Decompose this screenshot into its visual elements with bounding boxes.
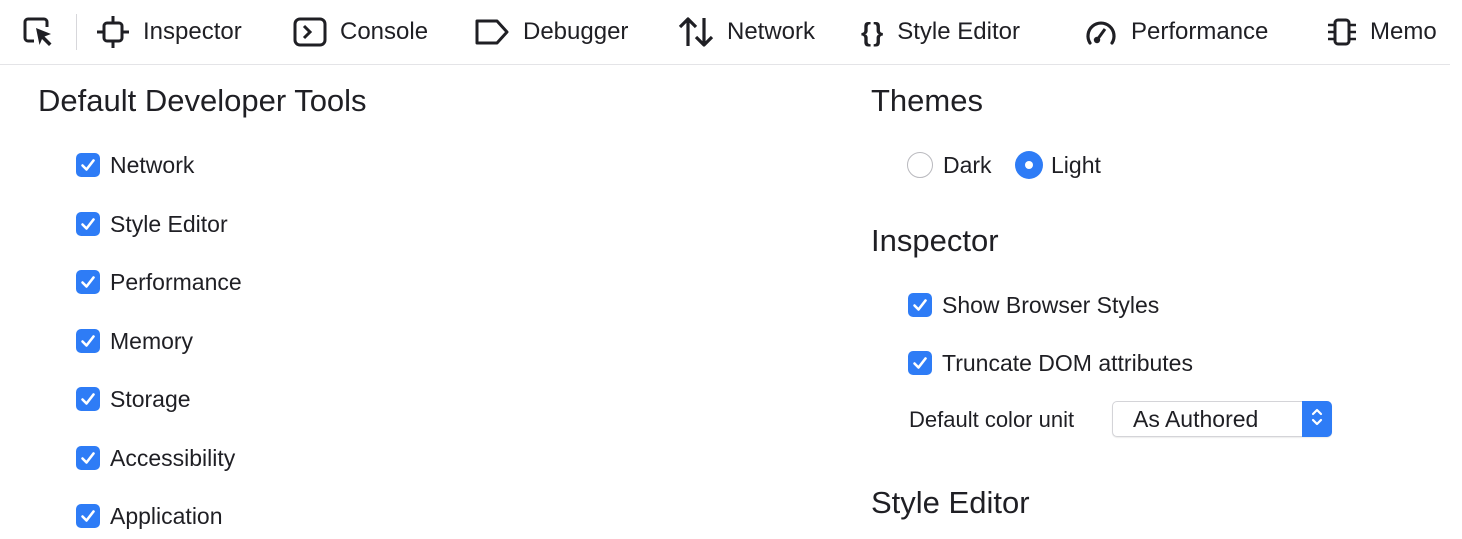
checkbox-label: Application (110, 502, 223, 529)
tab-label: Debugger (523, 18, 629, 45)
checkbox-label: Storage (110, 385, 191, 412)
theme-light-option[interactable]: Light (1015, 149, 1101, 181)
tab-console[interactable]: Console (292, 0, 428, 64)
checkbox[interactable] (76, 446, 100, 470)
theme-dark-option[interactable]: Dark (907, 149, 992, 181)
checkbox[interactable] (908, 293, 932, 317)
default-tool-network[interactable]: Network (76, 149, 194, 181)
tab-label: Style Editor (897, 18, 1020, 45)
checkbox[interactable] (76, 387, 100, 411)
select-stepper[interactable] (1302, 401, 1332, 437)
default-tool-memory[interactable]: Memory (76, 325, 193, 357)
tab-network[interactable]: Network (677, 0, 815, 64)
tab-label: Memo (1370, 18, 1437, 45)
default-tool-accessibility[interactable]: Accessibility (76, 442, 235, 474)
chevron-up-down-icon (1310, 405, 1324, 434)
console-icon (292, 14, 328, 50)
default-color-unit-label: Default color unit (909, 407, 1075, 432)
checkbox-label: Network (110, 151, 195, 178)
tab-memory[interactable]: Memo (1324, 0, 1437, 64)
checkbox-label: Truncate DOM attributes (942, 349, 1193, 376)
tab-style-editor[interactable]: {} Style Editor (861, 0, 1020, 64)
checkbox[interactable] (908, 351, 932, 375)
network-icon (677, 14, 715, 50)
checkbox[interactable] (76, 270, 100, 294)
debugger-icon (473, 14, 511, 50)
checkbox-label: Accessibility (110, 444, 236, 471)
tab-label: Network (727, 18, 816, 45)
tab-label: Console (340, 18, 429, 45)
themes-heading: Themes (871, 83, 983, 118)
radio-label: Light (1051, 151, 1101, 178)
radio-light[interactable] (1015, 151, 1043, 179)
tab-debugger[interactable]: Debugger (473, 0, 628, 64)
checkbox[interactable] (76, 153, 100, 177)
checkbox[interactable] (76, 212, 100, 236)
tab-label: Inspector (143, 18, 242, 45)
checkbox[interactable] (76, 504, 100, 528)
default-tools-heading: Default Developer Tools (38, 83, 367, 118)
element-picker-icon (22, 15, 56, 49)
toolbar-separator (76, 14, 77, 50)
radio-dot (1025, 161, 1033, 169)
tab-performance[interactable]: Performance (1083, 0, 1268, 64)
radio-label: Dark (943, 151, 992, 178)
color-unit-select[interactable]: As Authored (1112, 401, 1332, 437)
truncate-dom-attributes-option[interactable]: Truncate DOM attributes (908, 347, 1193, 379)
checkbox[interactable] (76, 329, 100, 353)
element-picker-button[interactable] (22, 0, 56, 64)
radio-dark[interactable] (907, 152, 933, 178)
default-tool-style-editor[interactable]: Style Editor (76, 208, 228, 240)
checkbox-label: Show Browser Styles (942, 291, 1160, 318)
default-tool-storage[interactable]: Storage (76, 383, 191, 415)
default-tool-performance[interactable]: Performance (76, 266, 242, 298)
tab-inspector[interactable]: Inspector (95, 0, 242, 64)
show-browser-styles-option[interactable]: Show Browser Styles (908, 289, 1159, 321)
style-editor-heading: Style Editor (871, 485, 1030, 520)
performance-icon (1083, 14, 1119, 50)
style-editor-icon: {} (861, 16, 886, 47)
memory-icon (1324, 14, 1360, 50)
checkbox-label: Performance (110, 268, 242, 295)
checkbox-label: Memory (110, 327, 194, 354)
inspector-heading: Inspector (871, 223, 999, 258)
tab-label: Performance (1131, 18, 1269, 45)
inspector-icon (95, 14, 131, 50)
default-tool-application[interactable]: Application (76, 500, 223, 532)
checkbox-label: Style Editor (110, 210, 228, 237)
devtools-toolbar: Inspector Console Debugger Network {} St… (0, 0, 1450, 65)
select-value: As Authored (1133, 405, 1259, 432)
